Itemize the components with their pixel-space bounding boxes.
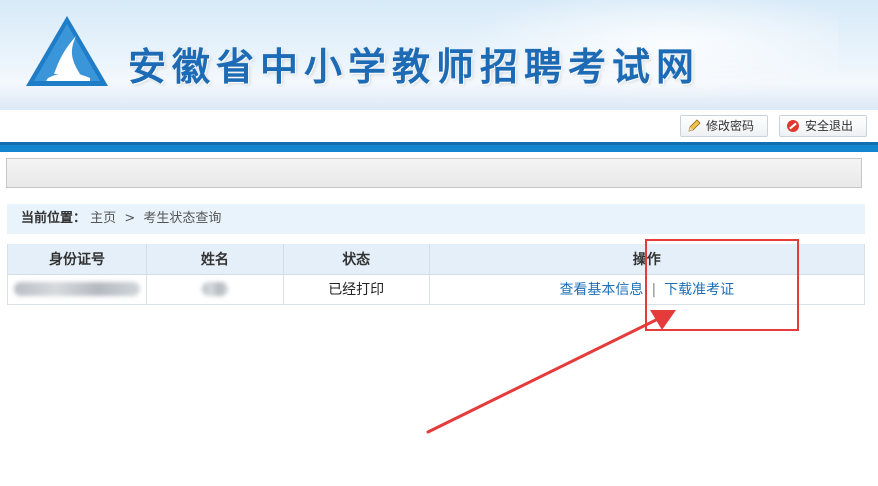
breadcrumb-separator: > bbox=[124, 211, 136, 226]
column-header-id-number: 身份证号 bbox=[7, 244, 147, 275]
column-header-status: 状态 bbox=[283, 244, 430, 275]
highlight-box bbox=[645, 239, 799, 331]
change-password-label: 修改密码 bbox=[706, 119, 755, 133]
logout-label: 安全退出 bbox=[805, 119, 854, 133]
sail-triangle-logo-icon bbox=[26, 16, 108, 86]
cell-name bbox=[146, 274, 284, 305]
breadcrumb-home[interactable]: 主页 bbox=[90, 211, 116, 226]
column-header-name: 姓名 bbox=[146, 244, 284, 275]
breadcrumb-prefix: 当前位置： bbox=[21, 211, 87, 226]
pencil-icon bbox=[688, 119, 701, 132]
redacted-id-number bbox=[13, 282, 140, 296]
cell-id-number bbox=[7, 274, 147, 305]
header-divider-bar bbox=[0, 142, 878, 152]
site-title: 安徽省中小学教师招聘考试网 bbox=[128, 44, 701, 89]
redacted-name bbox=[201, 282, 228, 296]
no-entry-icon bbox=[787, 120, 799, 132]
logout-button[interactable]: 安全退出 bbox=[779, 115, 867, 137]
cell-status: 已经打印 bbox=[283, 274, 430, 305]
menu-strip bbox=[6, 158, 862, 188]
breadcrumb: 当前位置： 主页 > 考生状态查询 bbox=[7, 204, 865, 234]
breadcrumb-current: 考生状态查询 bbox=[143, 211, 222, 226]
view-basic-info-link[interactable]: 查看基本信息 bbox=[559, 282, 643, 298]
change-password-button[interactable]: 修改密码 bbox=[680, 115, 768, 137]
site-banner: 安徽省中小学教师招聘考试网 bbox=[0, 0, 878, 110]
top-toolbar: 修改密码 安全退出 bbox=[0, 110, 878, 142]
